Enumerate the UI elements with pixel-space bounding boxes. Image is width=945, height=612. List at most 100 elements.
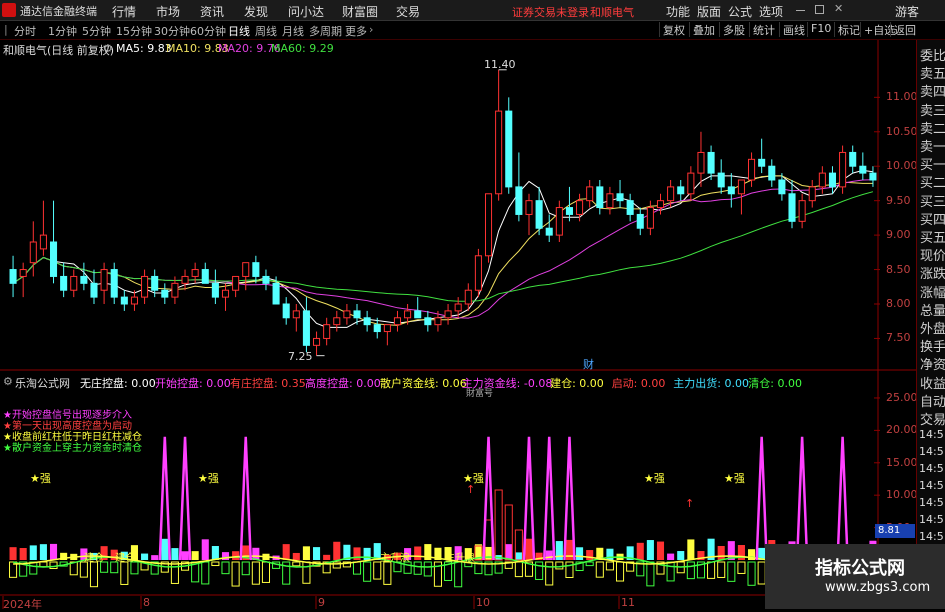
- indicator-value: 开始控盘: 0.00: [155, 377, 231, 390]
- candle-body: [130, 296, 138, 305]
- candle-body: [778, 179, 786, 195]
- candle: [505, 97, 513, 194]
- price-pane-title: 和顺电气(日线 前复权): [3, 44, 115, 57]
- menu-item-fortune[interactable]: 财富圈: [342, 3, 378, 20]
- side-quote-label[interactable]: 买四: [920, 209, 945, 228]
- side-quote-label[interactable]: 收益: [920, 373, 945, 392]
- side-quote-label[interactable]: 卖一: [920, 136, 945, 155]
- ind-bar: [211, 546, 219, 560]
- watermark: 指标公式网 www.zbgs3.com: [765, 544, 945, 609]
- btn-stats[interactable]: 统计: [749, 22, 778, 37]
- tab-5min[interactable]: 5分钟: [82, 23, 111, 39]
- ind-bar: [515, 552, 523, 560]
- side-quote-label[interactable]: 卖四: [920, 81, 945, 100]
- tab-15min[interactable]: 15分钟: [116, 23, 152, 39]
- side-quote-label[interactable]: 涨幅: [920, 282, 945, 301]
- side-time-label: 14:5: [919, 513, 944, 526]
- indicator-value: 主力资金线: -0.08: [461, 377, 553, 390]
- ind-bar: [363, 547, 371, 560]
- candle-body: [272, 282, 280, 305]
- side-quote-label[interactable]: 现价: [920, 245, 945, 264]
- close-icon[interactable]: ✕: [834, 2, 843, 15]
- candle-body: [505, 110, 513, 188]
- candle-body: [474, 255, 482, 291]
- btn-back[interactable]: 返回: [890, 22, 919, 37]
- side-quote-label[interactable]: 涨跌: [920, 263, 945, 282]
- tab-30min[interactable]: 30分钟: [154, 23, 190, 39]
- candle-body: [414, 310, 422, 319]
- candle-body: [201, 269, 209, 284]
- candle-body: [788, 193, 796, 222]
- side-quote-label[interactable]: 买一: [920, 154, 945, 173]
- menu-item-market[interactable]: 市场: [156, 3, 180, 20]
- candle-body: [495, 110, 503, 195]
- menu-item-ask[interactable]: 问小达: [288, 3, 324, 20]
- candle-body: [464, 289, 472, 305]
- side-quote-label[interactable]: 换手: [920, 336, 945, 355]
- indicator-value: 无庄控盘: 0.00: [80, 377, 156, 390]
- menu-item-quotes[interactable]: 行情: [112, 3, 136, 20]
- btn-overlay[interactable]: 叠加: [689, 22, 718, 37]
- arrow-up-icon: ↑: [685, 497, 695, 510]
- btn-f10[interactable]: F10: [807, 22, 834, 37]
- btn-multi-stock[interactable]: 多股: [719, 22, 748, 37]
- chevron-right-icon[interactable]: ›: [369, 23, 373, 36]
- side-quote-label[interactable]: 卖三: [920, 100, 945, 119]
- price-axis-label: 10.50: [886, 124, 918, 138]
- indicator-value: 有庄控盘: 0.35: [230, 377, 306, 390]
- menu-item-layout[interactable]: 版面: [697, 3, 721, 20]
- chart-area[interactable]: [0, 40, 916, 609]
- tab-60min[interactable]: 60分钟: [190, 23, 226, 39]
- minimize-icon[interactable]: [796, 10, 805, 12]
- side-time-label: 14:5: [919, 530, 944, 543]
- candle: [484, 193, 493, 263]
- side-quote-label[interactable]: 外盘: [920, 318, 945, 337]
- btn-adjust[interactable]: 复权: [659, 22, 688, 37]
- tab-weekly[interactable]: 周线: [255, 23, 277, 39]
- tab-more[interactable]: 更多: [345, 23, 367, 39]
- tab-1min[interactable]: 1分钟: [48, 23, 77, 39]
- side-quote-label[interactable]: 买五: [920, 227, 945, 246]
- side-quote-label[interactable]: 委比: [920, 45, 945, 64]
- tab-daily[interactable]: 日线: [228, 23, 250, 39]
- tab-multi-period[interactable]: 多周期: [309, 23, 342, 39]
- candle-body: [373, 324, 381, 333]
- indicator-name: 乐淘公式网: [15, 377, 70, 390]
- btn-draw[interactable]: 画线: [779, 22, 808, 37]
- tab-monthly[interactable]: 月线: [282, 23, 304, 39]
- side-quote-label[interactable]: 卖二: [920, 118, 945, 137]
- side-quote-label[interactable]: 交易: [920, 409, 945, 428]
- signal-strong: ★强: [198, 472, 219, 485]
- guest-login[interactable]: 游客: [895, 3, 919, 20]
- side-quote-label[interactable]: 自动: [920, 391, 945, 410]
- high-price-mark: 11.40: [484, 58, 516, 71]
- settings-gear-icon[interactable]: ⚙: [103, 42, 113, 55]
- candle-body: [161, 289, 169, 298]
- tab-intraday[interactable]: 分时: [14, 23, 36, 39]
- login-warning[interactable]: 证券交易未登录: [512, 4, 589, 20]
- menu-item-function[interactable]: 功能: [666, 3, 690, 20]
- side-quote-label[interactable]: 买三: [920, 191, 945, 210]
- candle-body: [444, 310, 452, 319]
- menu-item-news[interactable]: 资讯: [200, 3, 224, 20]
- btn-mark[interactable]: 标记: [834, 22, 863, 37]
- maximize-icon[interactable]: [815, 5, 824, 14]
- candle-body: [242, 262, 250, 277]
- menu-item-options[interactable]: 选项: [759, 3, 783, 20]
- side-quote-label[interactable]: 净资: [920, 354, 945, 373]
- cai-mark[interactable]: 财: [583, 356, 594, 372]
- quote-side-panel: 8.81 委比 卖五 卖四 卖三 卖二 卖一 买一 买二 买三 买四 买五 现价 涨跌 涨幅 总量 外盘 换手净…: [875, 40, 945, 609]
- indicator-settings-icon[interactable]: ⚙: [3, 375, 13, 388]
- side-quote-label[interactable]: 买二: [920, 172, 945, 191]
- side-quote-label[interactable]: 卖五: [920, 63, 945, 82]
- side-quote-label[interactable]: 总量: [920, 300, 945, 319]
- menu-item-formula[interactable]: 公式: [728, 3, 752, 20]
- candle-body: [758, 158, 766, 167]
- candle-body: [626, 200, 634, 215]
- low-price-mark: 7.25: [288, 350, 313, 363]
- candle-body: [828, 172, 837, 188]
- menu-item-trade[interactable]: 交易: [396, 3, 420, 20]
- stock-name: 和顺电气: [590, 6, 634, 19]
- ind-bar: [29, 545, 37, 560]
- menu-item-discover[interactable]: 发现: [244, 3, 268, 20]
